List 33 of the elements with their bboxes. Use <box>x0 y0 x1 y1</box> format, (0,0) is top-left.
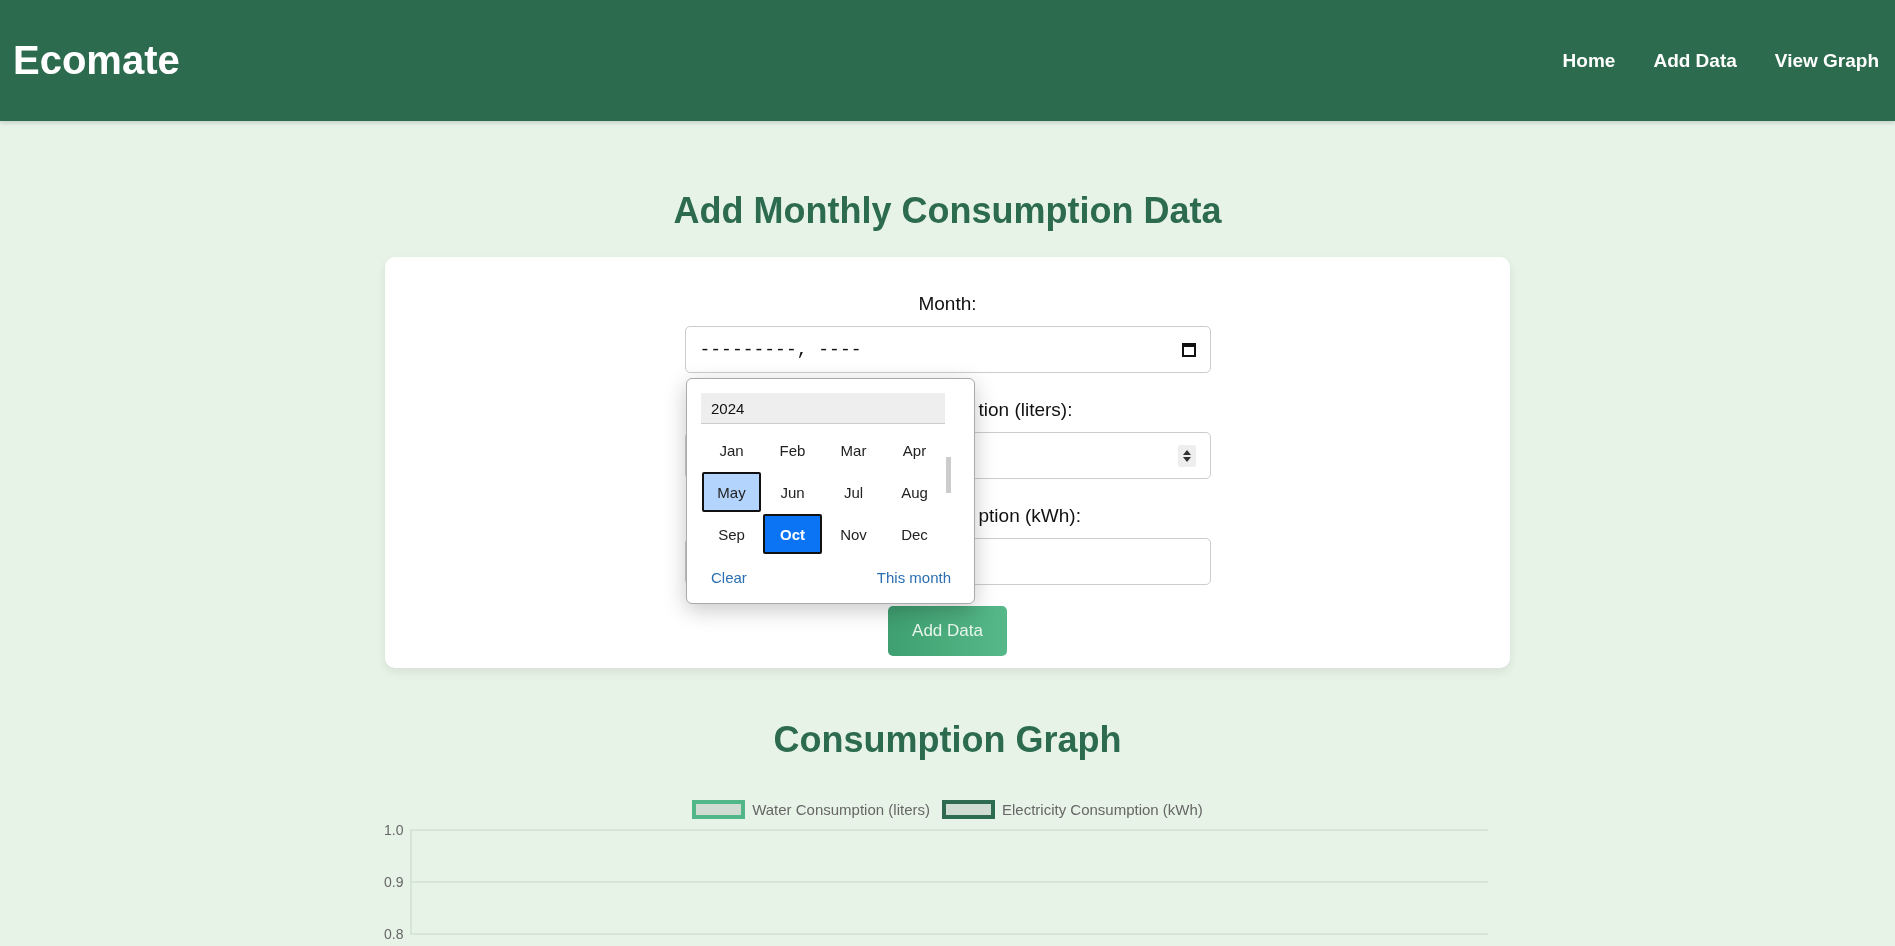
month-option[interactable]: Jun <box>763 472 822 512</box>
picker-link[interactable]: Clear <box>711 569 747 586</box>
spinner-icon[interactable] <box>1177 444 1196 467</box>
nav-link[interactable]: Add Data <box>1653 49 1737 72</box>
scrollbar[interactable] <box>946 457 951 493</box>
month-option[interactable]: Aug <box>885 472 944 512</box>
logo: Ecomate <box>13 38 180 83</box>
month-option[interactable]: Apr <box>885 430 944 470</box>
field-label: tion (liters): <box>978 399 1073 421</box>
nav-link[interactable]: View Graph <box>1774 49 1879 72</box>
month-option[interactable]: Oct <box>763 514 822 554</box>
year-header[interactable]: 2024 <box>701 393 945 424</box>
month-field[interactable]: ---------, ---- <box>684 326 1211 373</box>
graph-title: Consumption Graph <box>773 718 1122 762</box>
axis-tick-label: 0.8 <box>384 926 404 942</box>
axis-tick-label: 1.0 <box>384 822 404 838</box>
month-option[interactable]: Feb <box>763 430 822 470</box>
legend-label[interactable]: Electricity Consumption (kWh) <box>1001 801 1203 818</box>
month-option[interactable]: May <box>702 472 761 512</box>
page-title: Add Monthly Consumption Data <box>673 189 1222 233</box>
month-option[interactable]: Dec <box>885 514 944 554</box>
picker-link[interactable]: This month <box>876 569 951 586</box>
legend-label[interactable]: Water Consumption (liters) <box>752 801 930 818</box>
month-option[interactable]: Sep <box>702 514 761 554</box>
nav-link[interactable]: Home <box>1562 49 1616 72</box>
field-label: ption (kWh): <box>978 505 1081 527</box>
field-label: Month: <box>918 293 977 315</box>
month-option[interactable]: Mar <box>824 430 883 470</box>
month-option[interactable]: Nov <box>824 514 883 554</box>
axis-tick-label: 0.9 <box>384 874 404 890</box>
calendar-icon[interactable] <box>1181 342 1196 357</box>
month-option[interactable]: Jan <box>702 430 761 470</box>
month-option[interactable]: Jul <box>824 472 883 512</box>
